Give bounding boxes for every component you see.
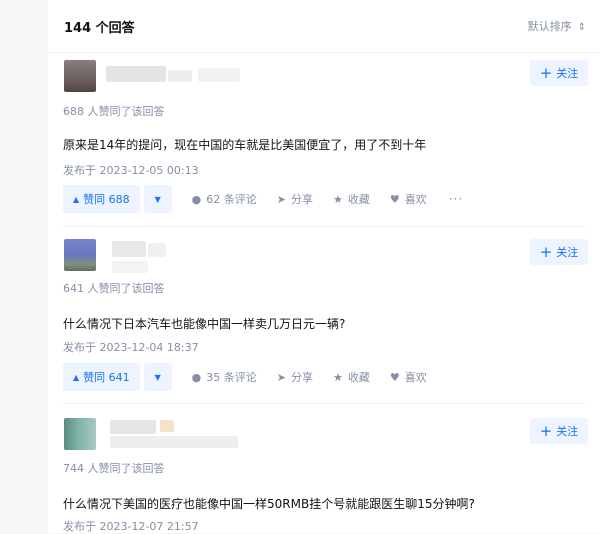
upvote-summary: 688 人赞同了该回答 bbox=[63, 105, 165, 118]
follow-button[interactable]: + 关注 bbox=[530, 239, 588, 265]
comment-button[interactable]: ● 62 条评论 bbox=[192, 191, 257, 207]
author-name-blurred[interactable] bbox=[106, 66, 166, 82]
triangle-up-icon: ▲ bbox=[73, 372, 80, 382]
upvote-summary: 641 人赞同了该回答 bbox=[63, 282, 165, 295]
triangle-up-icon: ▲ bbox=[73, 194, 80, 204]
avatar[interactable] bbox=[64, 418, 96, 450]
share-plane-icon: ➤ bbox=[276, 370, 286, 384]
answer-list-header: 144 个回答 默认排序 ⇕ bbox=[48, 0, 600, 53]
action-bar: ▲ 赞同 641 ▼ ● 35 条评论 ➤ 分享 ★ 收藏 ♥ 喜欢 bbox=[63, 363, 427, 391]
upvote-summary: 744 人赞同了该回答 bbox=[63, 462, 165, 475]
like-button[interactable]: ♥ 喜欢 bbox=[390, 369, 427, 385]
heart-icon: ♥ bbox=[389, 192, 400, 206]
downvote-button[interactable]: ▼ bbox=[143, 363, 172, 391]
divider bbox=[63, 403, 585, 404]
share-label: 分享 bbox=[290, 371, 313, 384]
avatar[interactable] bbox=[64, 239, 96, 271]
author-bio-blurred bbox=[112, 261, 148, 273]
divider bbox=[63, 226, 585, 227]
comment-bubble-icon: ● bbox=[191, 370, 202, 384]
author-name-blurred[interactable] bbox=[112, 241, 146, 257]
follow-label: 关注 bbox=[556, 246, 579, 259]
plus-icon: + bbox=[539, 421, 553, 440]
triangle-down-icon: ▼ bbox=[154, 372, 161, 382]
plus-icon: + bbox=[539, 63, 553, 82]
share-button[interactable]: ➤ 分享 bbox=[277, 369, 313, 385]
collect-label: 收藏 bbox=[347, 371, 370, 384]
answer-list-card: 144 个回答 默认排序 ⇕ + 关注 688 人赞同了该回答 原来是14年的提问… bbox=[48, 0, 600, 533]
answer-content[interactable]: 原来是14年的提问，现在中国的车就是比美国便宜了，用了不到十年 bbox=[63, 136, 426, 153]
publish-time[interactable]: 发布于 2023-12-04 18:37 bbox=[63, 339, 199, 355]
comment-button[interactable]: ● 35 条评论 bbox=[192, 369, 257, 385]
collect-label: 收藏 bbox=[347, 193, 370, 206]
sort-chevron-icon: ⇕ bbox=[577, 22, 586, 33]
plus-icon: + bbox=[539, 242, 553, 261]
action-bar: ▲ 赞同 688 ▼ ● 62 条评论 ➤ 分享 ★ 收藏 ♥ 喜欢 ··· bbox=[63, 185, 463, 213]
answer-content[interactable]: 什么情况下日本汽车也能像中国一样卖几万日元一辆? bbox=[63, 315, 345, 332]
star-icon: ★ bbox=[332, 192, 343, 206]
follow-label: 关注 bbox=[556, 425, 579, 438]
follow-button[interactable]: + 关注 bbox=[530, 418, 588, 444]
share-plane-icon: ➤ bbox=[276, 192, 286, 206]
star-icon: ★ bbox=[332, 370, 343, 384]
share-button[interactable]: ➤ 分享 bbox=[277, 191, 313, 207]
avatar[interactable] bbox=[64, 60, 96, 92]
collect-button[interactable]: ★ 收藏 bbox=[333, 369, 370, 385]
author-badge-blurred bbox=[160, 420, 174, 432]
upvote-button[interactable]: ▲ 赞同 641 bbox=[63, 363, 140, 391]
upvote-button[interactable]: ▲ 赞同 688 bbox=[63, 185, 140, 213]
follow-label: 关注 bbox=[556, 67, 579, 80]
author-name-blurred[interactable] bbox=[110, 420, 156, 434]
like-button[interactable]: ♥ 喜欢 bbox=[390, 191, 427, 207]
publish-time[interactable]: 发布于 2023-12-07 21:57 bbox=[63, 518, 199, 534]
comment-bubble-icon: ● bbox=[191, 192, 202, 206]
answer-count: 144 个回答 bbox=[64, 21, 135, 36]
comment-label: 62 条评论 bbox=[206, 193, 257, 206]
author-name-blurred bbox=[148, 243, 166, 257]
triangle-down-icon: ▼ bbox=[154, 194, 161, 204]
sort-label: 默认排序 bbox=[527, 20, 572, 33]
sort-dropdown[interactable]: 默认排序 ⇕ bbox=[528, 18, 586, 34]
share-label: 分享 bbox=[290, 193, 313, 206]
upvote-label: 赞同 641 bbox=[83, 371, 130, 384]
more-options-icon[interactable]: ··· bbox=[449, 192, 463, 206]
answer-content[interactable]: 什么情况下美国的医疗也能像中国一样50RMB挂个号就能跟医生聊15分钟啊? bbox=[63, 495, 475, 512]
like-label: 喜欢 bbox=[404, 371, 427, 384]
collect-button[interactable]: ★ 收藏 bbox=[333, 191, 370, 207]
author-bio-blurred bbox=[198, 68, 240, 82]
follow-button[interactable]: + 关注 bbox=[530, 60, 588, 86]
comment-label: 35 条评论 bbox=[206, 371, 257, 384]
downvote-button[interactable]: ▼ bbox=[143, 185, 172, 213]
heart-icon: ♥ bbox=[389, 370, 400, 384]
like-label: 喜欢 bbox=[404, 193, 427, 206]
publish-time[interactable]: 发布于 2023-12-05 00:13 bbox=[63, 162, 199, 178]
upvote-label: 赞同 688 bbox=[83, 193, 130, 206]
author-bio-blurred bbox=[110, 436, 238, 448]
author-bio-blurred bbox=[168, 70, 192, 82]
